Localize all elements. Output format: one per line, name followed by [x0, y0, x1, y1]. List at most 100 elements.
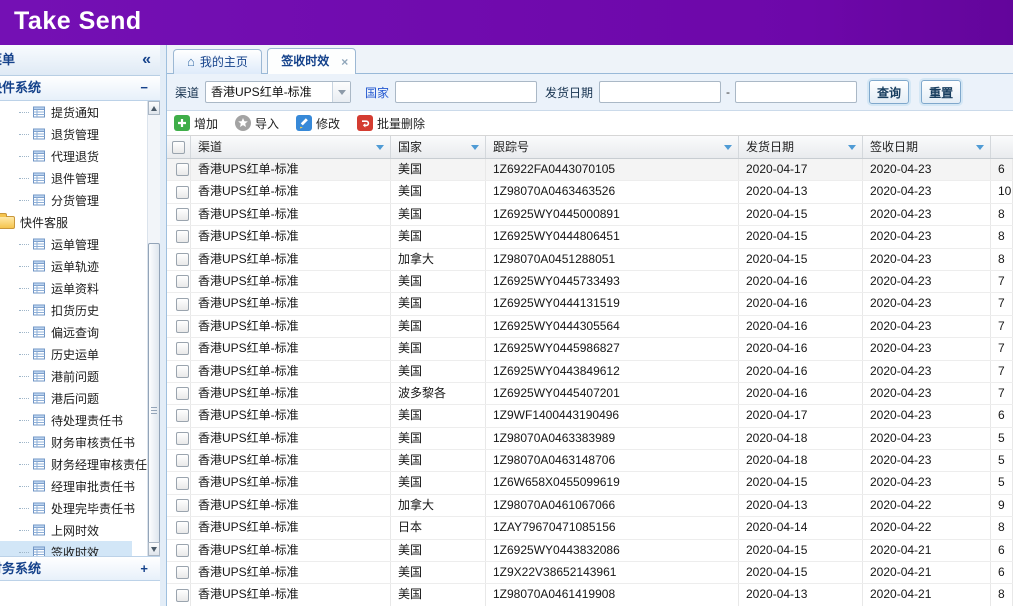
table-row[interactable]: 香港UPS红单-标准 加拿大 1Z98070A0451288051 2020-0…	[167, 249, 1013, 271]
tree-item[interactable]: 偏远查询	[0, 321, 132, 343]
tree-item[interactable]: 待处理责任书	[0, 409, 132, 431]
table-row[interactable]: 香港UPS红单-标准 美国 1Z98070A0463383989 2020-04…	[167, 428, 1013, 450]
row-checkbox[interactable]	[176, 477, 189, 490]
tree-item[interactable]: 处理完毕责任书	[0, 497, 132, 519]
tree-item-label: 分货管理	[51, 192, 99, 209]
scrollbar-thumb[interactable]	[148, 243, 160, 578]
tree-item[interactable]: 港前问题	[0, 365, 132, 387]
tree-item[interactable]: 退件管理	[0, 167, 132, 189]
tree-item[interactable]: 提货通知	[0, 101, 132, 123]
collapse-section-icon[interactable]: −	[140, 76, 148, 100]
table-row[interactable]: 香港UPS红单-标准 美国 1Z6925WY0444305564 2020-04…	[167, 316, 1013, 338]
filter-dropdown-icon[interactable]	[376, 145, 384, 150]
table-row[interactable]: 香港UPS红单-标准 美国 1Z98070A0463148706 2020-04…	[167, 450, 1013, 472]
table-row[interactable]: 香港UPS红单-标准 美国 1Z6W658X0455099619 2020-04…	[167, 472, 1013, 494]
table-row[interactable]: 香港UPS红单-标准 美国 1Z6925WY0445986827 2020-04…	[167, 338, 1013, 360]
col-header-tracking[interactable]: 跟踪号	[486, 136, 739, 158]
tree-item[interactable]: 签收时效	[0, 541, 132, 556]
tab-label: 我的主页	[200, 55, 248, 69]
dropdown-arrow-icon[interactable]	[332, 82, 350, 102]
tree-item[interactable]: 港后问题	[0, 387, 132, 409]
filter-dropdown-icon[interactable]	[471, 145, 479, 150]
toolbar-button[interactable]: 增加	[174, 115, 218, 132]
col-header-sign-date[interactable]: 签收日期	[863, 136, 991, 158]
table-row[interactable]: 香港UPS红单-标准 美国 1Z98070A0461419908 2020-04…	[167, 584, 1013, 606]
filter-dropdown-icon[interactable]	[724, 145, 732, 150]
reset-button[interactable]: 重置	[921, 80, 961, 104]
row-checkbox[interactable]	[176, 409, 189, 422]
table-row[interactable]: 香港UPS红单-标准 美国 1Z6925WY0443849612 2020-04…	[167, 361, 1013, 383]
date-to-input[interactable]	[735, 81, 857, 103]
row-checkbox[interactable]	[176, 589, 189, 602]
col-header-ship-date[interactable]: 发货日期	[739, 136, 863, 158]
tree-item[interactable]: 上网时效	[0, 519, 132, 541]
table-row[interactable]: 香港UPS红单-标准 美国 1Z6925WY0444806451 2020-04…	[167, 226, 1013, 248]
scroll-down-button[interactable]	[148, 542, 160, 556]
row-checkbox[interactable]	[176, 298, 189, 311]
row-checkbox[interactable]	[176, 566, 189, 579]
row-checkbox[interactable]	[176, 253, 189, 266]
row-checkbox[interactable]	[176, 454, 189, 467]
table-row[interactable]: 香港UPS红单-标准 美国 1Z98070A0463463526 2020-04…	[167, 181, 1013, 203]
tree-item[interactable]: 历史运单	[0, 343, 132, 365]
tree-item[interactable]: 分货管理	[0, 189, 132, 211]
expand-section-icon[interactable]: +	[140, 557, 148, 581]
row-checkbox[interactable]	[176, 342, 189, 355]
query-button[interactable]: 查询	[869, 80, 909, 104]
accordion-express-system[interactable]: 快件系统 −	[0, 76, 160, 101]
col-header-days[interactable]	[991, 136, 1013, 158]
channel-select[interactable]: 香港UPS红单-标准	[205, 81, 351, 103]
tree-item[interactable]: 代理退货	[0, 145, 132, 167]
row-checkbox[interactable]	[176, 544, 189, 557]
table-row[interactable]: 香港UPS红单-标准 美国 1Z6925WY0445733493 2020-04…	[167, 271, 1013, 293]
table-row[interactable]: 香港UPS红单-标准 美国 1Z9WF1400443190496 2020-04…	[167, 405, 1013, 427]
country-input[interactable]	[395, 81, 537, 103]
tree-item[interactable]: 快件客服	[0, 211, 132, 233]
accordion-finance-system[interactable]: 财务系统 +	[0, 556, 160, 581]
tree-item[interactable]: 运单资料	[0, 277, 132, 299]
col-header-channel[interactable]: 渠道	[191, 136, 391, 158]
tree-item[interactable]: 财务审核责任书	[0, 431, 132, 453]
row-checkbox[interactable]	[176, 275, 189, 288]
toolbar-button[interactable]: 修改	[296, 115, 340, 132]
tree-item[interactable]: 财务经理审核责任书	[0, 453, 132, 475]
toolbar-button[interactable]: 导入	[235, 115, 279, 132]
date-from-input[interactable]	[599, 81, 721, 103]
tree-item[interactable]: 经理审批责任书	[0, 475, 132, 497]
collapse-sidebar-icon[interactable]: «	[142, 45, 151, 75]
cell-ship-date: 2020-04-17	[739, 159, 863, 180]
toolbar-button[interactable]: 批量删除	[357, 115, 425, 132]
sidebar-scrollbar[interactable]	[147, 101, 160, 556]
tab-sign-timeliness[interactable]: 签收时效 ×	[267, 48, 356, 75]
row-checkbox[interactable]	[176, 432, 189, 445]
row-checkbox[interactable]	[176, 365, 189, 378]
row-checkbox[interactable]	[176, 208, 189, 221]
grid-leaf-icon	[32, 171, 46, 185]
table-row[interactable]: 香港UPS红单-标准 美国 1Z6925WY0444131519 2020-04…	[167, 293, 1013, 315]
row-checkbox[interactable]	[176, 163, 189, 176]
col-header-country[interactable]: 国家	[391, 136, 486, 158]
tree-item[interactable]: 退货管理	[0, 123, 132, 145]
scroll-up-button[interactable]	[148, 101, 160, 115]
tree-item[interactable]: 运单管理	[0, 233, 132, 255]
select-all-checkbox[interactable]	[172, 141, 185, 154]
row-checkbox[interactable]	[176, 499, 189, 512]
row-checkbox[interactable]	[176, 230, 189, 243]
filter-dropdown-icon[interactable]	[976, 145, 984, 150]
tree-item[interactable]: 运单轨迹	[0, 255, 132, 277]
row-checkbox[interactable]	[176, 186, 189, 199]
row-checkbox[interactable]	[176, 521, 189, 534]
row-checkbox[interactable]	[176, 387, 189, 400]
close-tab-icon[interactable]: ×	[341, 50, 348, 74]
table-row[interactable]: 香港UPS红单-标准 日本 1ZAY79670471085156 2020-04…	[167, 517, 1013, 539]
tree-item[interactable]: 扣货历史	[0, 299, 132, 321]
table-row[interactable]: 香港UPS红单-标准 波多黎各 1Z6925WY0445407201 2020-…	[167, 383, 1013, 405]
filter-dropdown-icon[interactable]	[848, 145, 856, 150]
row-checkbox[interactable]	[176, 320, 189, 333]
tab-home[interactable]: ⌂我的主页	[173, 49, 262, 75]
table-row[interactable]: 香港UPS红单-标准 美国 1Z6925WY0445000891 2020-04…	[167, 204, 1013, 226]
table-row[interactable]: 香港UPS红单-标准 加拿大 1Z98070A0461067066 2020-0…	[167, 495, 1013, 517]
table-row[interactable]: 香港UPS红单-标准 美国 1Z6925WY0443832086 2020-04…	[167, 540, 1013, 562]
table-row[interactable]: 香港UPS红单-标准 美国 1Z6922FA0443070105 2020-04…	[167, 159, 1013, 181]
table-row[interactable]: 香港UPS红单-标准 美国 1Z9X22V38652143961 2020-04…	[167, 562, 1013, 584]
